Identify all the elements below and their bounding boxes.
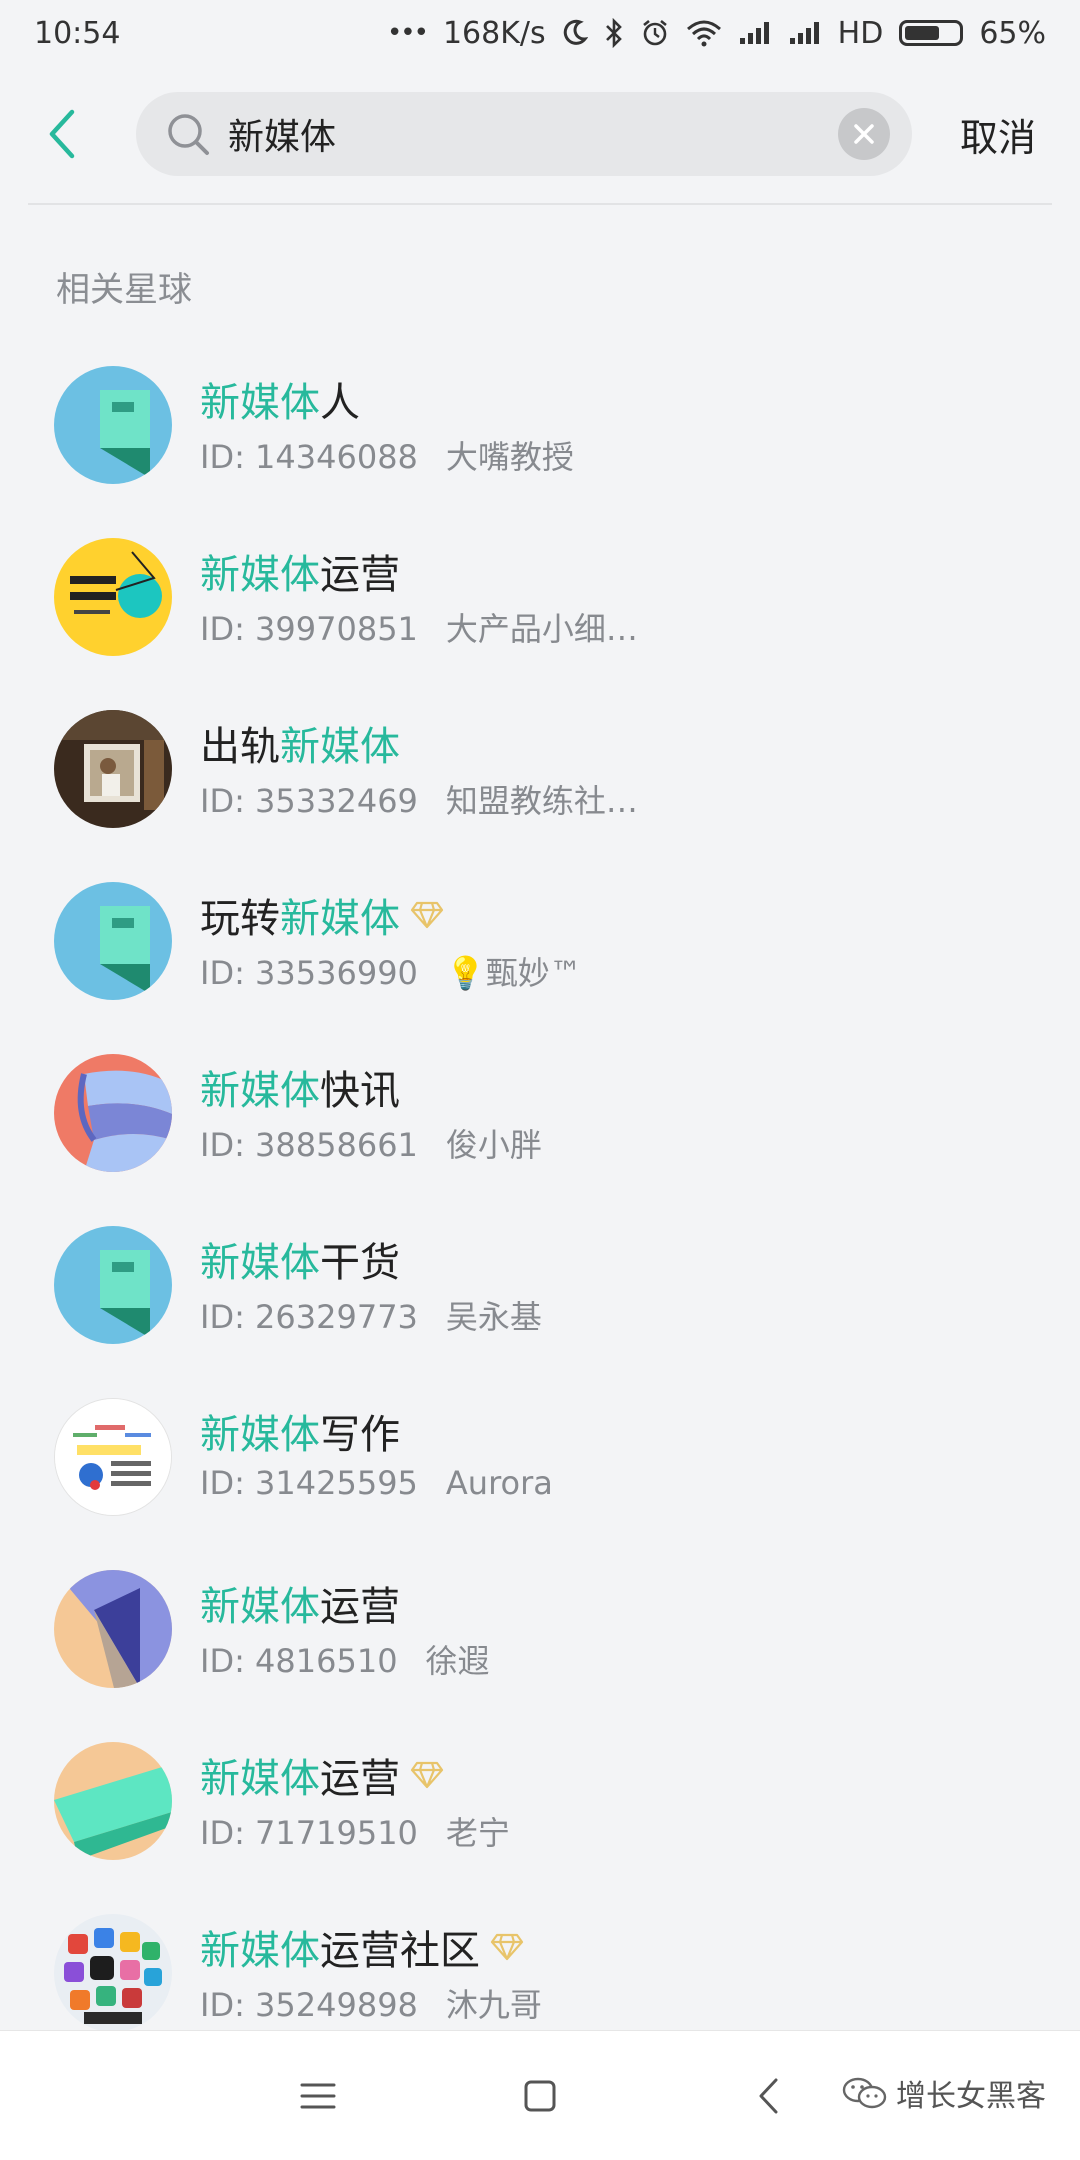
list-item[interactable]: 新媒体 运营 ID: 39970851 大产品小细… bbox=[0, 520, 1080, 692]
result-name: 新媒体 写作 bbox=[200, 1412, 400, 1458]
result-id: ID: 35332469 bbox=[200, 782, 418, 820]
result-name: 新媒体 快讯 bbox=[200, 1068, 400, 1114]
menu-button[interactable] bbox=[286, 2064, 350, 2128]
list-item[interactable]: 新媒体 写作 ID: 31425595 Aurora bbox=[0, 1380, 1080, 1552]
teal-bookmark-avatar bbox=[54, 366, 172, 484]
bluetooth-icon bbox=[604, 18, 624, 48]
yellow-study-circle-avatar bbox=[54, 538, 172, 656]
result-owner: 大嘴教授 bbox=[445, 438, 574, 476]
result-id: ID: 31425595 bbox=[200, 1464, 418, 1502]
search-input[interactable] bbox=[228, 113, 838, 155]
green-stripe-avatar bbox=[54, 1742, 172, 1860]
writing-course-avatar bbox=[54, 1398, 172, 1516]
ribbon-avatar bbox=[54, 1054, 172, 1172]
result-name: 新媒体 运营 bbox=[200, 1746, 444, 1804]
nav-back-button[interactable] bbox=[736, 2064, 800, 2128]
status-time: 10:54 bbox=[34, 15, 121, 51]
result-id: ID: 38858661 bbox=[200, 1126, 418, 1164]
app-icons-avatar bbox=[54, 1914, 172, 2032]
list-item[interactable]: 玩转 新媒体 ID: 33536990 💡甄妙™ bbox=[0, 864, 1080, 1036]
square-home-icon bbox=[524, 2080, 556, 2112]
result-name: 玩转 新媒体 bbox=[200, 886, 444, 944]
battery-percent: 65% bbox=[979, 15, 1046, 51]
watermark: 增长女黑客 bbox=[842, 2071, 1046, 2115]
signal-icon-2 bbox=[788, 20, 822, 46]
result-owner: 大产品小细… bbox=[445, 610, 638, 648]
result-id: ID: 4816510 bbox=[200, 1642, 398, 1680]
result-id: ID: 35249898 bbox=[200, 1986, 418, 2024]
result-owner: 吴永基 bbox=[445, 1298, 542, 1336]
diamond-icon bbox=[490, 1933, 524, 1961]
result-id: ID: 33536990 bbox=[200, 954, 418, 992]
list-item[interactable]: 出轨 新媒体 ID: 35332469 知盟教练社… bbox=[0, 692, 1080, 864]
list-item[interactable]: 新媒体 运营 ID: 71719510 老宁 bbox=[0, 1724, 1080, 1896]
chevron-left-icon bbox=[759, 2078, 778, 2114]
network-speed: 168K/s bbox=[442, 15, 546, 51]
list-item[interactable]: 新媒体 干货 ID: 26329773 吴永基 bbox=[0, 1208, 1080, 1380]
cancel-button[interactable]: 取消 bbox=[960, 102, 1036, 166]
signal-icon-1 bbox=[738, 20, 772, 46]
result-meta: ID: 35249898 沐九哥 bbox=[200, 1980, 542, 2026]
result-name: 新媒体人 bbox=[200, 380, 360, 426]
wechat-icon bbox=[842, 2077, 887, 2109]
photo-avatar bbox=[54, 710, 172, 828]
search-icon bbox=[164, 110, 212, 158]
result-meta: ID: 14346088 大嘴教授 bbox=[200, 432, 574, 478]
moon-icon bbox=[562, 19, 588, 47]
diamond-icon bbox=[410, 901, 444, 929]
network-type: HD bbox=[837, 15, 884, 51]
result-meta: ID: 35332469 知盟教练社… bbox=[200, 776, 638, 822]
result-owner: 老宁 bbox=[445, 1814, 510, 1852]
result-meta: ID: 71719510 老宁 bbox=[200, 1808, 510, 1854]
result-owner: 知盟教练社… bbox=[445, 782, 638, 820]
result-meta: ID: 26329773 吴永基 bbox=[200, 1292, 542, 1338]
back-button[interactable] bbox=[30, 102, 94, 166]
result-name: 新媒体 运营 bbox=[200, 552, 400, 598]
result-name: 新媒体 运营 bbox=[200, 1584, 400, 1630]
alarm-icon bbox=[640, 18, 670, 48]
teal-bookmark-avatar bbox=[54, 882, 172, 1000]
home-button[interactable] bbox=[508, 2064, 572, 2128]
result-name: 新媒体 运营社区 bbox=[200, 1918, 524, 1976]
system-nav-bar: 增长女黑客 bbox=[0, 2030, 1080, 2160]
result-owner: 沐九哥 bbox=[445, 1986, 542, 2024]
list-item[interactable]: 新媒体 快讯 ID: 38858661 俊小胖 bbox=[0, 1036, 1080, 1208]
status-bar: 10:54 ••• 168K/s HD 65% bbox=[0, 0, 1080, 66]
close-icon bbox=[854, 124, 874, 144]
wifi-icon bbox=[686, 19, 722, 47]
result-name: 出轨 新媒体 bbox=[200, 724, 400, 770]
result-meta: ID: 4816510 徐遐 bbox=[200, 1636, 490, 1682]
header-divider bbox=[28, 203, 1052, 205]
search-header: 取消 bbox=[0, 84, 1080, 186]
result-meta: ID: 31425595 Aurora bbox=[200, 1464, 553, 1502]
search-bar[interactable] bbox=[136, 92, 912, 176]
result-id: ID: 39970851 bbox=[200, 610, 418, 648]
purple-triangle-avatar bbox=[54, 1570, 172, 1688]
watermark-text: 增长女黑客 bbox=[896, 2079, 1046, 2114]
result-owner: 💡甄妙™ bbox=[445, 954, 582, 992]
teal-bookmark-avatar bbox=[54, 1226, 172, 1344]
list-item[interactable]: 新媒体人 ID: 14346088 大嘴教授 bbox=[0, 348, 1080, 520]
more-notifications-icon: ••• bbox=[386, 18, 429, 48]
result-id: ID: 71719510 bbox=[200, 1814, 418, 1852]
result-meta: ID: 33536990 💡甄妙™ bbox=[200, 948, 582, 994]
results-list: 新媒体人 ID: 14346088 大嘴教授 新媒体 运营 ID: 39970851… bbox=[0, 348, 1080, 2068]
result-owner: Aurora bbox=[445, 1464, 553, 1502]
menu-icon bbox=[300, 2083, 336, 2109]
result-owner: 徐遐 bbox=[425, 1642, 490, 1680]
chevron-left-icon bbox=[49, 109, 75, 159]
result-id: ID: 26329773 bbox=[200, 1298, 418, 1336]
result-meta: ID: 38858661 俊小胖 bbox=[200, 1120, 542, 1166]
result-name: 新媒体 干货 bbox=[200, 1240, 400, 1286]
clear-search-button[interactable] bbox=[838, 108, 890, 160]
result-owner: 俊小胖 bbox=[445, 1126, 542, 1164]
section-title: 相关星球 bbox=[56, 270, 192, 310]
result-id: ID: 14346088 bbox=[200, 438, 418, 476]
result-meta: ID: 39970851 大产品小细… bbox=[200, 604, 638, 650]
diamond-icon bbox=[410, 1761, 444, 1789]
battery-icon bbox=[899, 20, 964, 46]
list-item[interactable]: 新媒体 运营 ID: 4816510 徐遐 bbox=[0, 1552, 1080, 1724]
